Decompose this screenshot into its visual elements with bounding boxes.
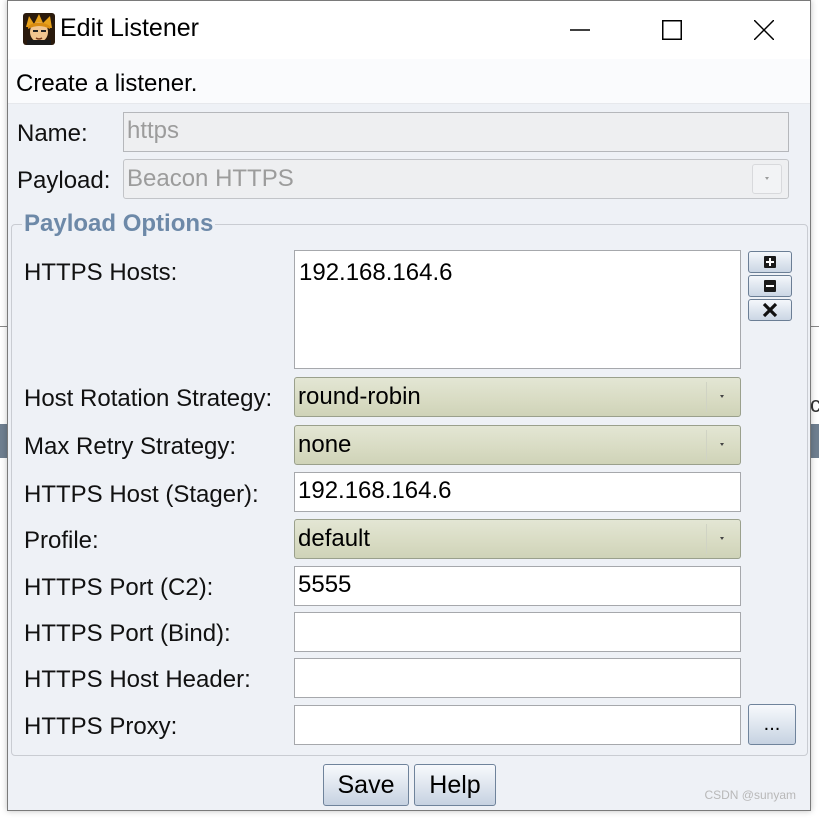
background-text: c bbox=[810, 392, 819, 417]
payload-select[interactable]: Beacon HTTPS bbox=[123, 159, 789, 199]
host-header-label: HTTPS Host Header: bbox=[24, 666, 251, 693]
host-header-field[interactable] bbox=[294, 658, 741, 698]
edit-listener-dialog: Edit Listener Create a listener. Name: h… bbox=[7, 0, 811, 811]
background-divider bbox=[811, 326, 819, 327]
help-button[interactable]: Help bbox=[414, 764, 496, 806]
proxy-label: HTTPS Proxy: bbox=[24, 713, 178, 740]
name-label: Name: bbox=[17, 120, 88, 147]
port-bind-label: HTTPS Port (Bind): bbox=[24, 620, 231, 647]
chevron-down-icon[interactable] bbox=[706, 430, 736, 460]
title-bar[interactable]: Edit Listener bbox=[8, 1, 810, 59]
payload-label: Payload: bbox=[17, 167, 111, 194]
proxy-field[interactable] bbox=[294, 705, 741, 745]
remove-host-button[interactable] bbox=[748, 275, 792, 297]
add-host-button[interactable] bbox=[748, 251, 792, 273]
watermark: CSDN @sunyam bbox=[704, 788, 796, 802]
window-title: Edit Listener bbox=[60, 14, 199, 42]
character-avatar-icon bbox=[23, 13, 55, 45]
profile-value: default bbox=[298, 525, 371, 552]
profile-label: Profile: bbox=[24, 527, 99, 554]
port-c2-label: HTTPS Port (C2): bbox=[24, 574, 214, 601]
chevron-down-icon[interactable] bbox=[706, 524, 736, 554]
https-host-entry[interactable]: 192.168.164.6 bbox=[299, 259, 736, 287]
host-rotation-value: round-robin bbox=[298, 383, 421, 410]
host-stager-field[interactable]: 192.168.164.6 bbox=[294, 472, 741, 512]
https-hosts-list[interactable]: 192.168.164.6 bbox=[294, 250, 741, 369]
max-retry-label: Max Retry Strategy: bbox=[24, 433, 237, 460]
chevron-down-icon[interactable] bbox=[752, 164, 782, 194]
close-icon bbox=[754, 20, 774, 40]
port-c2-field[interactable]: 5555 bbox=[294, 566, 741, 606]
max-retry-select[interactable]: none bbox=[294, 425, 741, 465]
profile-select[interactable]: default bbox=[294, 519, 741, 559]
plus-icon bbox=[764, 256, 776, 268]
x-icon bbox=[762, 302, 778, 318]
host-rotation-label: Host Rotation Strategy: bbox=[24, 385, 273, 412]
clear-hosts-button[interactable] bbox=[748, 299, 792, 321]
payload-options-title: Payload Options bbox=[22, 210, 216, 238]
dialog-header: Create a listener. bbox=[8, 59, 810, 104]
minimize-icon bbox=[570, 29, 590, 31]
close-button[interactable] bbox=[718, 1, 810, 59]
minus-icon bbox=[764, 280, 776, 292]
name-field[interactable]: https bbox=[123, 112, 789, 152]
https-hosts-label: HTTPS Hosts: bbox=[24, 259, 178, 286]
background-strip bbox=[811, 424, 819, 458]
max-retry-value: none bbox=[298, 431, 352, 458]
port-bind-field[interactable] bbox=[294, 612, 741, 652]
host-rotation-select[interactable]: round-robin bbox=[294, 377, 741, 417]
chevron-down-icon[interactable] bbox=[706, 382, 736, 412]
payload-select-value: Beacon HTTPS bbox=[127, 165, 294, 192]
minimize-button[interactable] bbox=[534, 1, 626, 59]
save-button[interactable]: Save bbox=[323, 764, 409, 806]
host-stager-label: HTTPS Host (Stager): bbox=[24, 481, 259, 508]
proxy-browse-button[interactable]: ... bbox=[748, 704, 796, 745]
header-description: Create a listener. bbox=[16, 70, 198, 97]
maximize-button[interactable] bbox=[626, 1, 718, 59]
maximize-icon bbox=[662, 20, 682, 40]
